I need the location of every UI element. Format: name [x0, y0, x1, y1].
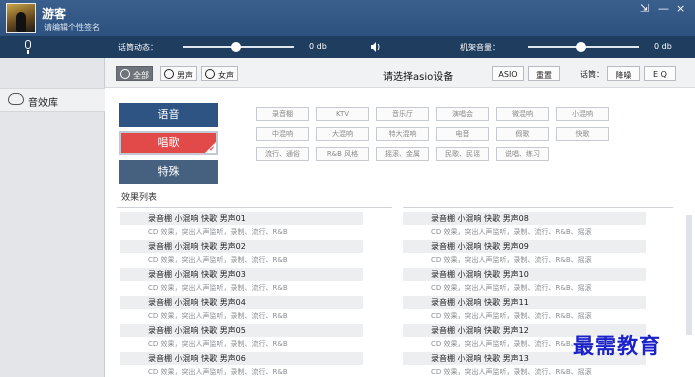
tab-male-label: 男声	[177, 71, 193, 80]
machine-volume-label: 机架音量：	[460, 43, 500, 52]
effect-description: CD 效果，突出人声监听，录制、流行、R&B、摇滚	[431, 312, 592, 320]
group-icon	[120, 69, 130, 79]
machine-volume-slider-knob[interactable]	[576, 42, 587, 52]
volume-control-bar: 话筒动态： 0 db 机架音量： 0 db	[0, 36, 695, 58]
sidebar-item-label: 音效库	[28, 98, 58, 109]
divider	[117, 207, 392, 208]
effect-description: CD 效果，突出人声监听，录制、流行、R&B	[148, 228, 288, 236]
tab-all-label: 全部	[133, 71, 149, 80]
effect-tag[interactable]: 假歌	[496, 127, 549, 141]
effect-tag[interactable]: 小混响	[556, 107, 609, 121]
effect-title: 录音棚 小混响 快歌 男声08	[403, 212, 646, 225]
category-voice-button[interactable]: 语音	[119, 103, 218, 127]
effect-description: CD 效果，突出人声监听，录制、流行、R&B、摇滚	[431, 256, 592, 264]
effect-title: 录音棚 小混响 快歌 男声10	[403, 268, 646, 281]
effect-list-item[interactable]: 录音棚 小混响 快歌 男声04 CD 效果，突出人声监听，录制、流行、R&B	[120, 296, 363, 322]
selected-check-icon: ✔	[209, 145, 215, 153]
divider	[403, 207, 673, 208]
signature-text[interactable]: 请编辑个性签名	[44, 22, 100, 33]
asio-prompt: 请选择asio设备	[383, 72, 454, 83]
effect-description: CD 效果，突出人声监听，录制、流行、R&B、摇滚	[431, 228, 592, 236]
effect-title: 录音棚 小混响 快歌 男声09	[403, 240, 646, 253]
noise-reduction-button[interactable]: 降噪	[607, 66, 640, 81]
effect-tag[interactable]: 中混响	[256, 127, 309, 141]
effect-tag[interactable]: 演唱会	[436, 107, 489, 121]
tab-female[interactable]: 女声	[201, 66, 238, 81]
effect-description: CD 效果，突出人声监听，录制、流行、R&B	[148, 256, 288, 264]
effect-description: CD 效果，突出人声监听，录制、流行、R&B、摇滚	[431, 368, 592, 376]
cloud-icon	[8, 93, 24, 105]
effect-list-item[interactable]: 录音棚 小混响 快歌 男声08 CD 效果，突出人声监听，录制、流行、R&B、摇滚	[403, 212, 646, 238]
reset-button[interactable]: 重置	[528, 66, 560, 81]
effect-title: 录音棚 小混响 快歌 男声04	[120, 296, 363, 309]
avatar-figure	[16, 12, 26, 32]
effect-description: CD 效果，突出人声监听，录制、流行、R&B、摇滚	[431, 284, 592, 292]
effect-description: CD 效果，突出人声监听，录制、流行、R&B	[148, 340, 288, 348]
effect-title: 录音棚 小混响 快歌 男声11	[403, 296, 646, 309]
effect-description: CD 效果，突出人声监听，录制、流行、R&B	[148, 284, 288, 292]
effect-title: 录音棚 小混响 快歌 男声06	[120, 352, 363, 365]
scrollbar[interactable]	[686, 215, 692, 335]
effect-tag[interactable]: 民歌、民谣	[436, 147, 489, 161]
effect-list-item[interactable]: 录音棚 小混响 快歌 男声03 CD 效果，突出人声监听，录制、流行、R&B	[120, 268, 363, 294]
effect-tag[interactable]: R&B 风格	[316, 147, 369, 161]
effect-description: CD 效果，突出人声监听，录制、流行、R&B	[148, 312, 288, 320]
effect-tag[interactable]: 流行、通俗	[256, 147, 309, 161]
title-bar: 游客 请编辑个性签名 ⇲ — ×	[0, 0, 695, 36]
eq-button[interactable]: E Q	[644, 66, 676, 81]
asio-button[interactable]: ASIO	[492, 66, 524, 81]
effect-tag[interactable]: 录音棚	[256, 107, 309, 121]
effect-tag[interactable]: 说唱、练习	[496, 147, 549, 161]
effect-tag[interactable]: KTV	[316, 107, 369, 121]
machine-volume-value: 0 db	[654, 42, 672, 51]
effect-tag[interactable]: 电音	[436, 127, 489, 141]
filter-bar: 全部 男声 女声 请选择asio设备 ASIO 重置 话筒： 降噪 E Q	[105, 58, 695, 88]
minimize-icon[interactable]: —	[658, 3, 669, 15]
effect-list-title: 效果列表	[121, 193, 158, 203]
username: 游客	[42, 7, 67, 21]
speaker-icon[interactable]	[370, 41, 382, 53]
watermark: 最需教育	[573, 333, 661, 358]
tab-female-label: 女声	[218, 71, 234, 80]
category-singing-label: 唱歌	[157, 136, 180, 149]
microphone-icon[interactable]	[25, 40, 31, 49]
shrink-icon[interactable]: ⇲	[640, 3, 649, 15]
effect-list-item[interactable]: 录音棚 小混响 快歌 男声10 CD 效果，突出人声监听，录制、流行、R&B、摇滚	[403, 268, 646, 294]
effect-list-item[interactable]: 录音棚 小混响 快歌 男声02 CD 效果，突出人声监听，录制、流行、R&B	[120, 240, 363, 266]
effect-list-item[interactable]: 录音棚 小混响 快歌 男声09 CD 效果，突出人声监听，录制、流行、R&B、摇滚	[403, 240, 646, 266]
effect-tag[interactable]: 快歌	[556, 127, 609, 141]
mic-dynamic-value: 0 db	[309, 42, 327, 51]
effect-tag[interactable]: 音乐厅	[376, 107, 429, 121]
effect-list-item[interactable]: 录音棚 小混响 快歌 男声06 CD 效果，突出人声监听，录制、流行、R&B	[120, 352, 363, 377]
effect-list-item[interactable]: 录音棚 小混响 快歌 男声01 CD 效果，突出人声监听，录制、流行、R&B	[120, 212, 363, 238]
microphone-stand-icon	[27, 50, 29, 54]
effect-tag[interactable]: 大混响	[316, 127, 369, 141]
effect-list-item[interactable]: 录音棚 小混响 快歌 男声11 CD 效果，突出人声监听，录制、流行、R&B、摇滚	[403, 296, 646, 322]
sidebar: 音效库	[0, 58, 105, 377]
effect-title: 录音棚 小混响 快歌 男声03	[120, 268, 363, 281]
effect-tag[interactable]: 摇滚、金属	[376, 147, 429, 161]
mic-label: 话筒：	[580, 70, 604, 79]
sidebar-item-effect-library[interactable]: 音效库	[0, 88, 105, 112]
effect-title: 录音棚 小混响 快歌 男声01	[120, 212, 363, 225]
effect-tag[interactable]: 微混响	[496, 107, 549, 121]
male-user-icon	[164, 69, 174, 79]
mic-dynamic-label: 话筒动态：	[118, 43, 158, 52]
tab-all[interactable]: 全部	[116, 66, 153, 81]
mic-dynamic-slider-knob[interactable]	[231, 42, 242, 52]
avatar[interactable]	[6, 3, 36, 33]
category-special-button[interactable]: 特殊	[119, 160, 218, 184]
female-user-icon	[205, 69, 215, 79]
effect-title: 录音棚 小混响 快歌 男声05	[120, 324, 363, 337]
tab-male[interactable]: 男声	[160, 66, 197, 81]
close-icon[interactable]: ×	[676, 3, 685, 15]
effect-description: CD 效果，突出人声监听，录制、流行、R&B	[148, 368, 288, 376]
category-singing-button[interactable]: 唱歌 ✔	[119, 131, 218, 155]
effect-list-item[interactable]: 录音棚 小混响 快歌 男声05 CD 效果，突出人声监听，录制、流行、R&B	[120, 324, 363, 350]
effect-title: 录音棚 小混响 快歌 男声02	[120, 240, 363, 253]
effect-tag[interactable]: 特大混响	[376, 127, 429, 141]
